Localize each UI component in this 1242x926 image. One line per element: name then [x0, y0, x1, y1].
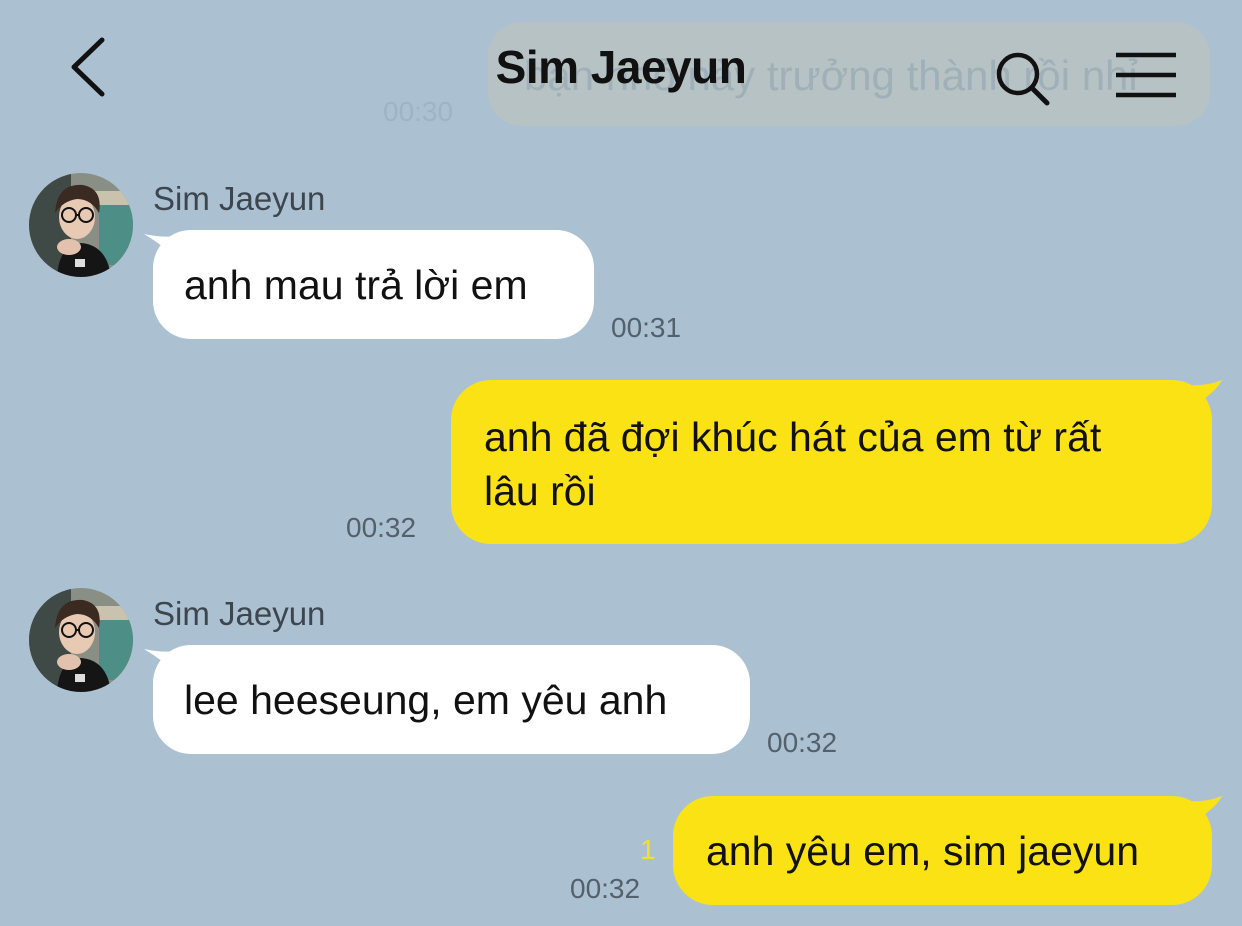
message-bubble[interactable]: anh đã đợi khúc hát của em từ rất lâu rồ… — [451, 380, 1212, 544]
search-icon — [996, 52, 1050, 106]
message-bubble[interactable]: anh mau trả lời em — [153, 230, 594, 339]
sender-name: Sim Jaeyun — [153, 595, 326, 632]
unread-count: 1 — [640, 834, 656, 865]
avatar[interactable] — [29, 588, 133, 692]
profile-photo — [29, 173, 133, 277]
message-bubble[interactable]: lee heeseung, em yêu anh — [153, 645, 750, 754]
search-button[interactable] — [994, 50, 1054, 110]
message-text: anh yêu em, sim jaeyun — [706, 828, 1140, 874]
message-text-line: anh đã đợi khúc hát của em từ rất — [484, 414, 1102, 460]
message-text-line: lâu rồi — [484, 468, 596, 514]
avatar[interactable] — [29, 173, 133, 277]
profile-photo — [29, 588, 133, 692]
message-text: anh mau trả lời em — [184, 262, 528, 308]
menu-icon — [1116, 52, 1176, 98]
message-time: 00:32 — [767, 727, 838, 758]
message-time: 00:32 — [570, 873, 641, 904]
message-time: 00:32 — [346, 512, 417, 543]
message-text: lee heeseung, em yêu anh — [184, 677, 668, 723]
chat-title: Sim Jaeyun — [495, 41, 747, 93]
menu-button[interactable] — [1114, 50, 1178, 102]
chevron-left-icon — [71, 37, 105, 97]
sender-name: Sim Jaeyun — [153, 180, 326, 217]
previous-message-time: 00:30 — [383, 96, 454, 127]
message-bubble[interactable]: anh yêu em, sim jaeyun — [673, 796, 1212, 905]
back-button[interactable] — [64, 34, 118, 100]
message-time: 00:31 — [611, 312, 682, 343]
